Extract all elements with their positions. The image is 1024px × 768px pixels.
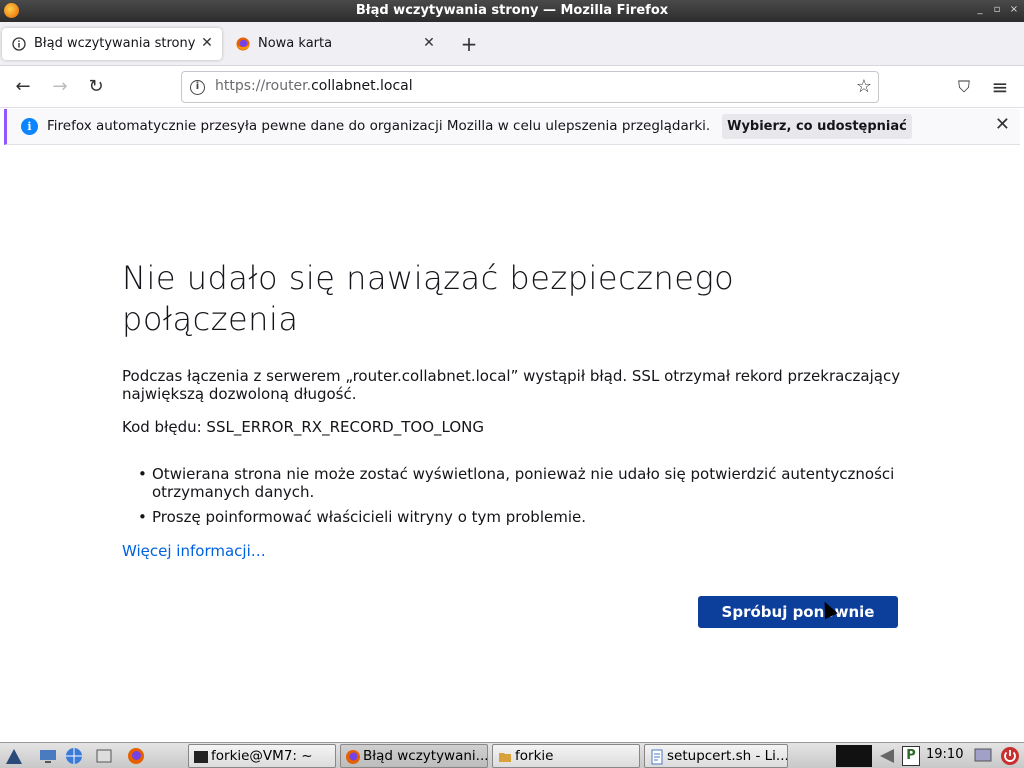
volume-icon[interactable] [878, 746, 896, 766]
maximize-button[interactable]: ▫ [992, 4, 1002, 16]
list-item: Otwierana strona nie może zostać wyświet… [122, 465, 912, 501]
url-bar[interactable]: i https://router.collabnet.local ☆ [181, 71, 879, 103]
window-titlebar: Błąd wczytywania strony — Mozilla Firefo… [0, 0, 1024, 22]
taskbar-item-folder[interactable]: forkie [492, 744, 640, 768]
firefox-icon [236, 37, 250, 51]
firefox-icon [346, 750, 360, 764]
forward-button[interactable]: → [48, 75, 72, 99]
bookmark-star-icon[interactable]: ☆ [856, 76, 872, 97]
list-item: Proszę poinformować właścicieli witryny … [122, 508, 912, 526]
windows-icon[interactable] [94, 746, 114, 766]
try-again-button[interactable]: Spróbuj ponownie [698, 596, 898, 628]
package-updater-icon[interactable]: P [902, 746, 920, 766]
error-code: Kod błędu: SSL_ERROR_RX_RECORD_TOO_LONG [122, 418, 484, 436]
taskbar-item-firefox[interactable]: Błąd wczytywani... [340, 744, 488, 768]
window-title: Błąd wczytywania strony — Mozilla Firefo… [355, 3, 669, 18]
reload-button[interactable]: ↻ [84, 75, 108, 99]
pocket-icon[interactable]: ⛉ [952, 75, 976, 99]
error-bullet-list: Otwierana strona nie może zostać wyświet… [122, 465, 912, 533]
screen-lock-icon[interactable] [974, 746, 992, 766]
data-reporting-notification: i Firefox automatycznie przesyła pewne d… [4, 109, 1020, 145]
close-tab-icon[interactable]: ✕ [420, 34, 438, 52]
error-title: Nie udało się nawiązać bezpiecznego połą… [122, 259, 735, 338]
terminal-icon [194, 751, 208, 763]
info-icon [12, 37, 26, 51]
start-menu-icon[interactable] [4, 746, 24, 766]
power-icon[interactable] [1000, 746, 1020, 766]
folder-icon [499, 753, 511, 762]
back-button[interactable]: ← [11, 75, 35, 99]
navigation-toolbar: ← → ↻ i https://router.collabnet.local ☆… [0, 66, 1024, 108]
tab-new-tab[interactable]: Nowa karta ✕ [226, 28, 444, 60]
more-info-link[interactable]: Więcej informacji… [122, 542, 266, 560]
desktop-icon[interactable] [38, 746, 58, 766]
system-tray-graph [836, 745, 872, 767]
taskbar-item-terminal[interactable]: forkie@VM7: ~ [188, 744, 336, 768]
tab-error-page[interactable]: Błąd wczytywania strony ✕ [2, 28, 222, 60]
close-window-button[interactable]: × [1009, 4, 1019, 16]
close-icon[interactable]: ✕ [995, 114, 1010, 135]
browser-launcher-icon[interactable] [64, 746, 84, 766]
tab-label: Błąd wczytywania strony [34, 36, 196, 51]
tab-label: Nowa karta [258, 36, 333, 51]
minimize-button[interactable]: _ [975, 4, 985, 16]
error-description: Podczas łączenia z serwerem „router.coll… [122, 367, 901, 403]
firefox-launcher-icon[interactable] [126, 746, 146, 766]
new-tab-button[interactable]: + [458, 34, 480, 56]
site-info-icon[interactable]: i [190, 80, 205, 95]
choose-what-to-share-button[interactable]: Wybierz, co udostępniać [722, 114, 912, 139]
info-icon: i [21, 118, 38, 135]
taskbar: forkie@VM7: ~ Błąd wczytywani... forkie … [0, 742, 1024, 768]
text-editor-icon [651, 749, 663, 765]
close-tab-icon[interactable]: ✕ [198, 34, 216, 52]
url-text[interactable]: https://router.collabnet.local [215, 78, 413, 94]
taskbar-item-text-editor[interactable]: setupcert.sh - Li... [644, 744, 788, 768]
tab-bar: Błąd wczytywania strony ✕ Nowa karta ✕ + [0, 22, 1024, 66]
clock[interactable]: 19:10 [926, 747, 963, 762]
notification-text: Firefox automatycznie przesyła pewne dan… [47, 118, 711, 134]
page-content: Nie udało się nawiązać bezpiecznego połą… [0, 146, 1024, 742]
menu-button[interactable]: ≡ [988, 75, 1012, 99]
